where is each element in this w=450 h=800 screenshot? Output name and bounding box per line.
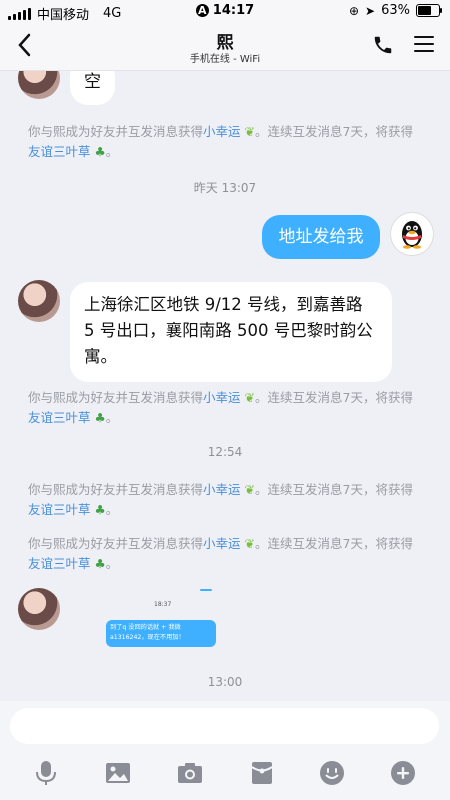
system-text: 你与熙成为好友并互发消息获得: [28, 124, 204, 139]
emoji-icon: [320, 761, 344, 785]
system-text: 你与熙成为好友并互发消息获得: [28, 536, 204, 551]
clover-icon: ♣: [90, 502, 106, 517]
image-text: 到了q 没回的话就 + 我微: [110, 624, 181, 631]
input-toolbar: [0, 753, 450, 793]
system-message: 你与熙成为好友并互发消息获得小幸运 ❦。连续互发消息7天，将获得友谊三叶草 ♣。: [28, 388, 424, 428]
system-text: 你与熙成为好友并互发消息获得: [28, 482, 204, 497]
plus-button[interactable]: [389, 759, 417, 787]
message-text: 上海徐汇区地铁 9/12 号线，到嘉善路 5 号出口，襄阳南路 500 号巴黎时…: [84, 295, 373, 366]
red-packet-button[interactable]: [248, 759, 276, 787]
menu-button[interactable]: [414, 36, 434, 57]
battery-icon: [416, 4, 442, 17]
lucky-link[interactable]: 小幸运: [203, 482, 241, 497]
navigation-icon: ➤: [365, 3, 376, 18]
my-avatar[interactable]: [390, 212, 434, 256]
clover-link[interactable]: 友谊三叶草: [28, 502, 91, 517]
status-bar: 中国移动 4G A 14:17 ⊕ ➤ 63%: [0, 0, 450, 23]
sprout-icon: ❦: [240, 390, 255, 405]
system-text: 。: [105, 556, 119, 571]
timestamp: 12:54: [207, 445, 243, 459]
image-bubble: 到了q 没回的话就 + 我微 a1316242，现在不用加！: [106, 620, 216, 647]
input-area: [0, 701, 450, 800]
lucky-link[interactable]: 小幸运: [203, 536, 241, 551]
microphone-icon: [36, 761, 56, 785]
message-bubble-in[interactable]: 上海徐汇区地铁 9/12 号线，到嘉善路 5 号出口，襄阳南路 500 号巴黎时…: [70, 282, 392, 382]
timestamp: 昨天 13:07: [193, 181, 257, 195]
call-button[interactable]: [372, 34, 394, 60]
system-text: 。连续互发消息7天，将获得: [254, 390, 413, 405]
clock-label: 14:17: [212, 3, 255, 18]
system-text: 。: [105, 144, 119, 159]
clover-link[interactable]: 友谊三叶草: [28, 144, 91, 159]
timestamp: 13:00: [207, 675, 243, 689]
rotation-lock-icon: ⊕: [348, 3, 360, 18]
system-text: 。连续互发消息7天，将获得: [254, 482, 413, 497]
contact-avatar[interactable]: [18, 71, 60, 99]
system-text: 你与熙成为好友并互发消息获得: [28, 390, 204, 405]
chat-area[interactable]: 空 你与熙成为好友并互发消息获得小幸运 ❦。连续互发消息7天，将获得友谊三叶草 …: [0, 71, 450, 701]
contact-avatar[interactable]: [18, 280, 60, 322]
image-time: 18:37: [154, 601, 172, 608]
system-message: 你与熙成为好友并互发消息获得小幸运 ❦。连续互发消息7天，将获得友谊三叶草 ♣。: [28, 534, 424, 574]
message-bubble-out[interactable]: 地址发给我: [262, 215, 380, 259]
clover-link[interactable]: 友谊三叶草: [28, 410, 91, 425]
lucky-link[interactable]: 小幸运: [203, 390, 241, 405]
voice-button[interactable]: [32, 759, 60, 787]
sprout-icon: ❦: [240, 124, 255, 139]
clover-link[interactable]: 友谊三叶草: [28, 556, 91, 571]
camera-icon: [178, 763, 202, 783]
image-divider: [200, 589, 212, 591]
sprout-icon: ❦: [240, 536, 255, 551]
system-text: 。: [105, 410, 119, 425]
message-bubble-in[interactable]: 空: [70, 71, 115, 105]
plus-icon: [391, 761, 415, 785]
location-icon: A: [195, 4, 209, 17]
system-text: 。连续互发消息7天，将获得: [254, 124, 413, 139]
qq-penguin-icon: [402, 221, 422, 249]
message-text: 空: [84, 72, 101, 92]
message-input[interactable]: [10, 708, 439, 744]
system-message: 你与熙成为好友并互发消息获得小幸运 ❦。连续互发消息7天，将获得友谊三叶草 ♣。: [28, 122, 424, 162]
sprout-icon: ❦: [240, 482, 255, 497]
system-text: 。: [105, 502, 119, 517]
lucky-link[interactable]: 小幸运: [203, 124, 241, 139]
phone-icon: [374, 36, 392, 54]
clover-icon: ♣: [90, 556, 106, 571]
system-message: 你与熙成为好友并互发消息获得小幸运 ❦。连续互发消息7天，将获得友谊三叶草 ♣。: [28, 480, 424, 520]
status-right: ⊕ ➤ 63%: [348, 3, 442, 18]
image-message[interactable]: 18:37 到了q 没回的话就 + 我微 a1316242，现在不用加！: [72, 587, 232, 657]
image-text: a1316242，现在不用加！: [110, 634, 185, 641]
clover-icon: ♣: [90, 144, 106, 159]
emoji-button[interactable]: [318, 759, 346, 787]
photo-button[interactable]: [104, 759, 132, 787]
chat-header: 熙 手机在线 - WiFi: [0, 22, 450, 71]
clover-icon: ♣: [90, 410, 106, 425]
system-text: 。连续互发消息7天，将获得: [254, 536, 413, 551]
battery-label: 63%: [381, 3, 410, 18]
message-text: 地址发给我: [278, 227, 364, 247]
camera-button[interactable]: [176, 759, 204, 787]
red-packet-icon: [251, 762, 273, 784]
contact-avatar[interactable]: [18, 588, 60, 630]
image-icon: [106, 763, 130, 783]
